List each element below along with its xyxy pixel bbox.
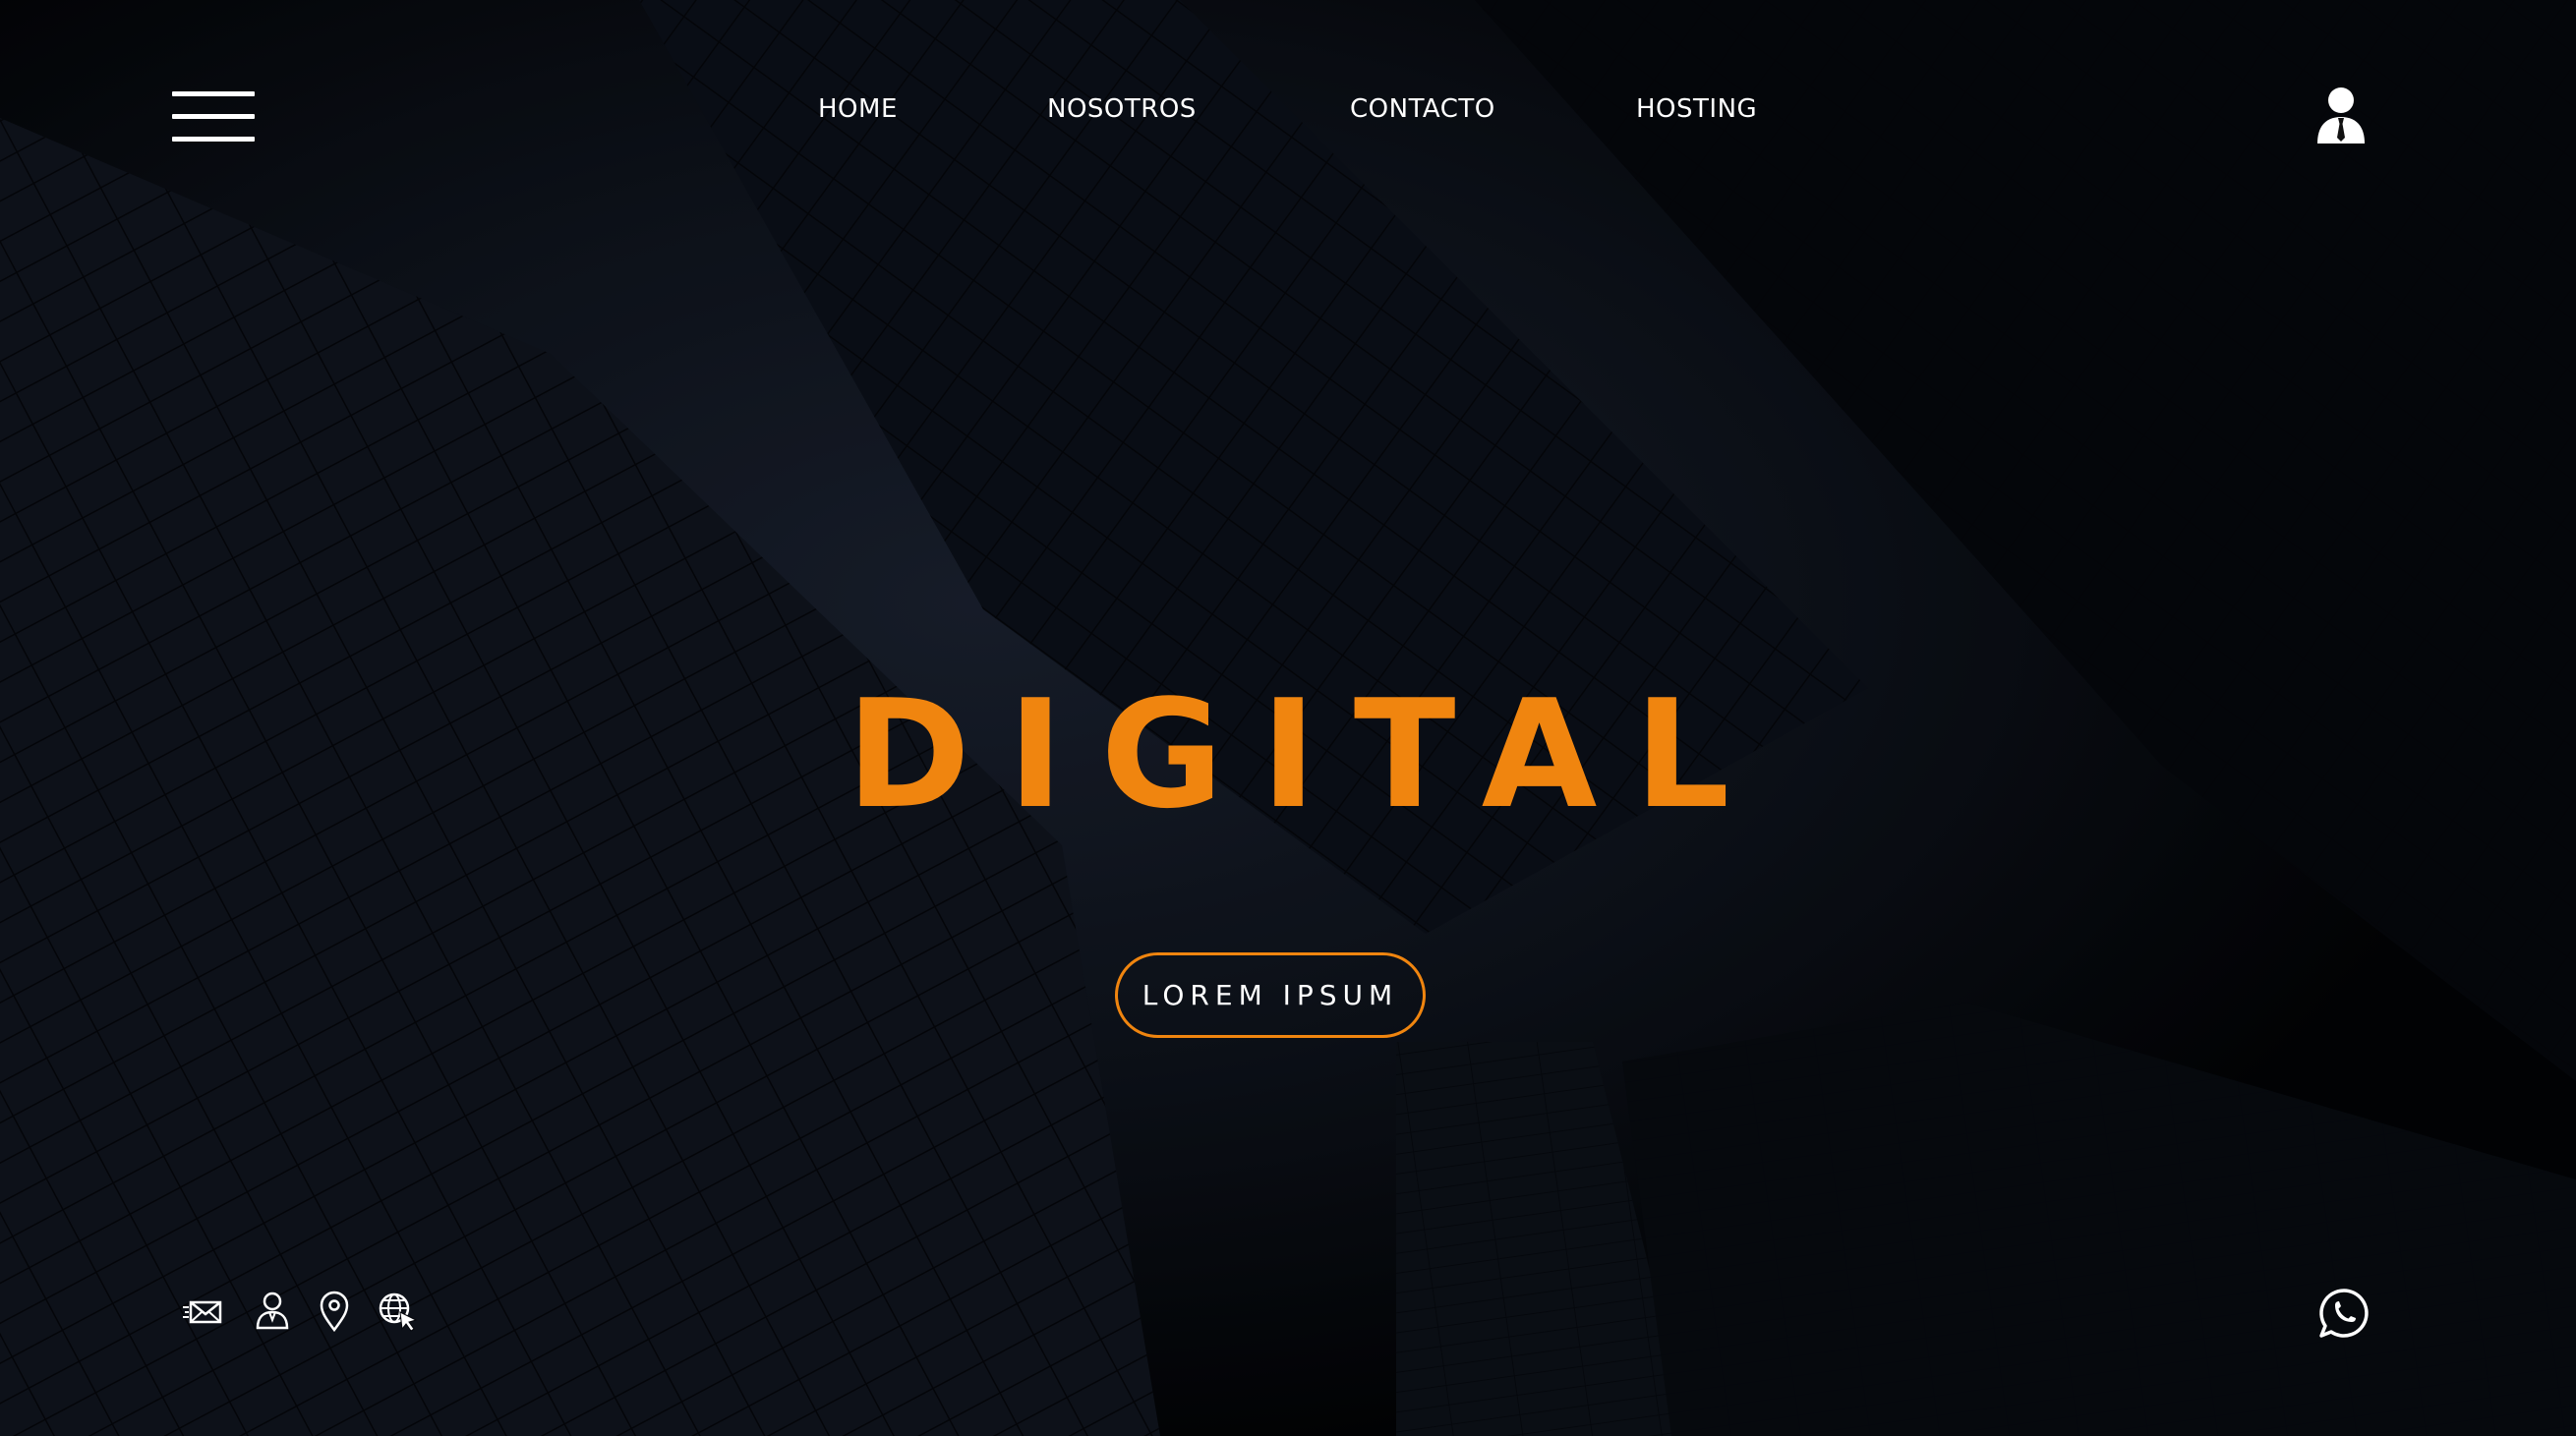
profile-button[interactable] (252, 1291, 293, 1332)
globe-cursor-icon (379, 1292, 418, 1332)
hamburger-icon-line (172, 114, 255, 119)
menu-button[interactable] (172, 91, 255, 143)
hero-title: DIGITAL (846, 667, 1768, 841)
location-button[interactable] (314, 1291, 355, 1332)
cta-button[interactable]: LOREM IPSUM (1115, 952, 1426, 1038)
user-account-button[interactable] (2316, 86, 2366, 144)
email-icon (183, 1300, 222, 1324)
nav-link-contacto[interactable]: CONTACTO (1350, 92, 1495, 126)
website-button[interactable] (377, 1291, 418, 1332)
nav-link-hosting[interactable]: HOSTING (1636, 92, 1757, 126)
user-icon (2317, 87, 2365, 144)
whatsapp-icon (2319, 1289, 2369, 1338)
nav-link-home[interactable]: HOME (818, 92, 898, 126)
hamburger-icon-line (172, 137, 255, 142)
location-pin-icon (320, 1291, 349, 1332)
person-icon (256, 1292, 289, 1330)
email-button[interactable] (183, 1291, 224, 1332)
nav-link-nosotros[interactable]: NOSOTROS (1047, 92, 1197, 126)
hamburger-icon-line (172, 91, 255, 96)
whatsapp-button[interactable] (2318, 1288, 2370, 1339)
